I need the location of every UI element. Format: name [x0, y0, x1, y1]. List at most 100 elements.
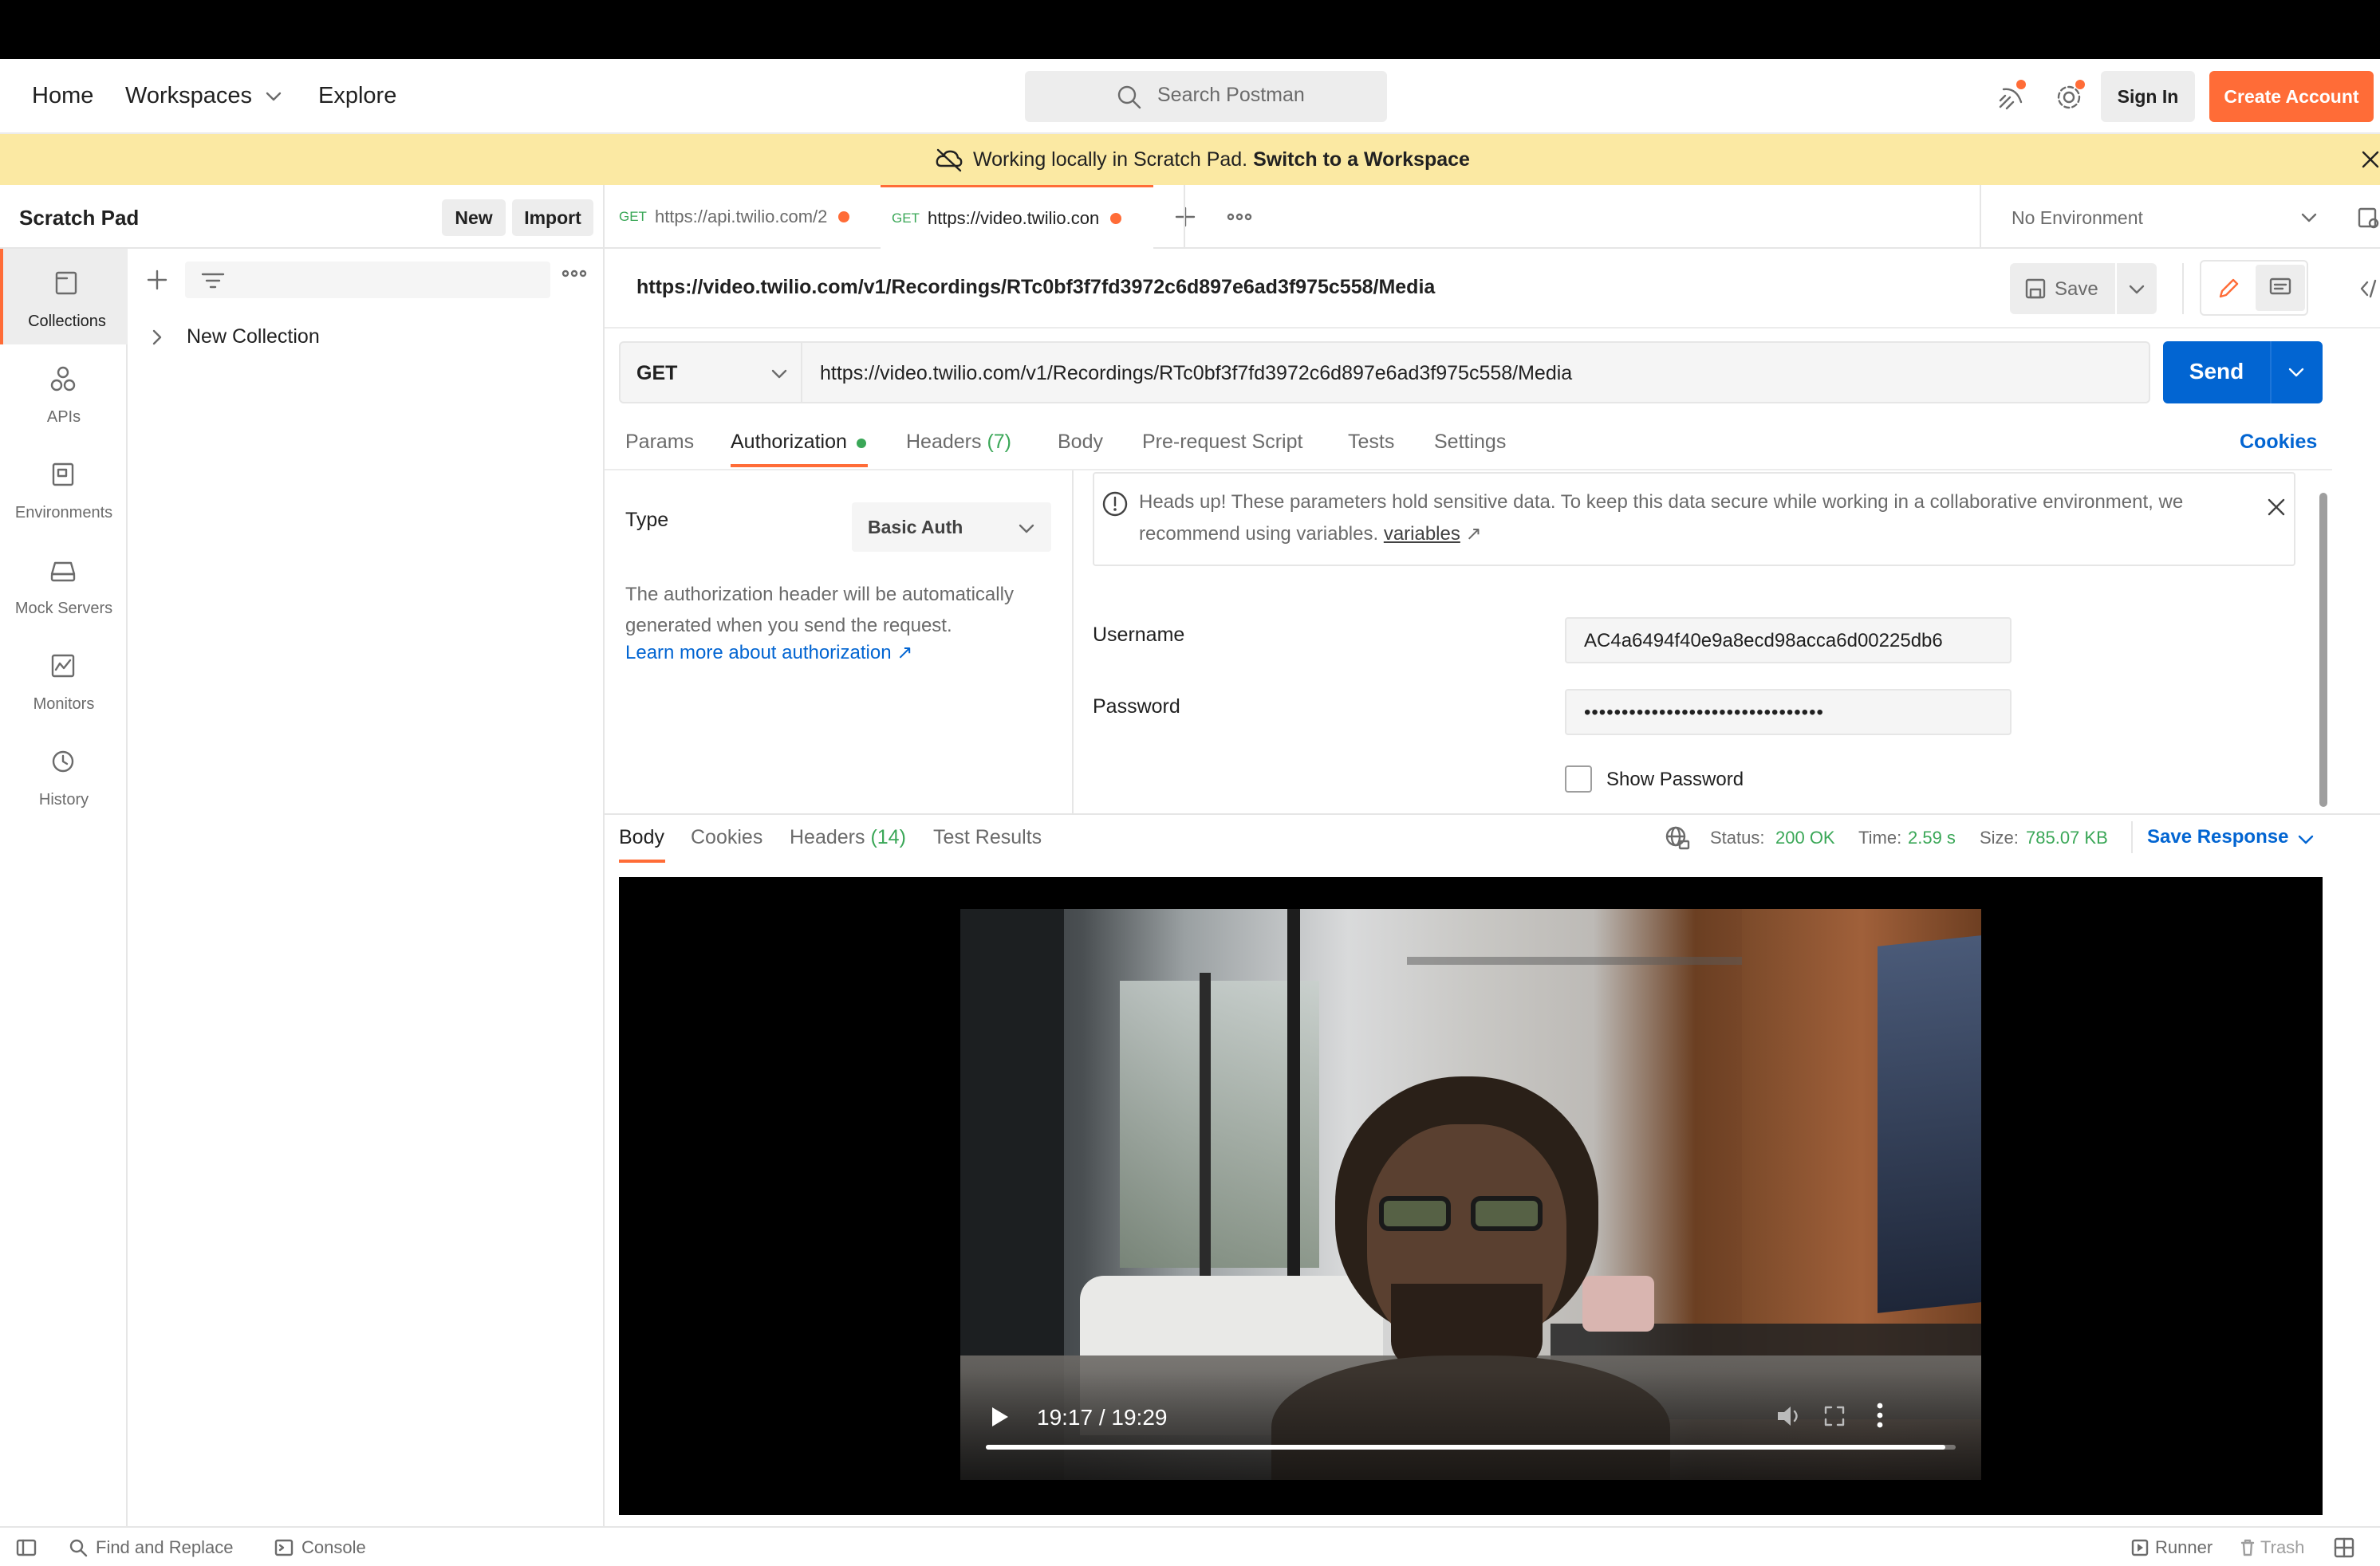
environment-chevron-icon[interactable] — [2300, 212, 2318, 223]
status-value[interactable]: 200 OK — [1775, 828, 1835, 848]
tab-authorization[interactable]: Authorization — [731, 431, 847, 454]
runner-button[interactable]: Runner — [2131, 1537, 2213, 1558]
tab-tests[interactable]: Tests — [1348, 431, 1394, 454]
nav-workspaces[interactable]: Workspaces — [125, 83, 252, 109]
method-select[interactable]: GET — [619, 341, 802, 403]
close-warning-icon[interactable] — [2267, 498, 2286, 517]
nav-home[interactable]: Home — [32, 83, 93, 109]
rail-mock-servers[interactable]: Mock Servers — [0, 536, 128, 632]
variables-link[interactable]: variables — [1384, 523, 1460, 545]
comments-button[interactable] — [2256, 265, 2305, 311]
video-progress-track[interactable] — [986, 1445, 1956, 1450]
play-icon[interactable] — [989, 1405, 1010, 1429]
save-options-button[interactable] — [2117, 263, 2157, 314]
rail-environments[interactable]: Environments — [0, 440, 128, 536]
response-active-underline — [619, 860, 665, 863]
chevron-down-icon[interactable] — [2297, 834, 2315, 845]
environment-select[interactable]: No Environment — [2012, 207, 2143, 229]
video-player[interactable]: 19:17 / 19:29 — [960, 909, 1981, 1480]
chevron-right-icon[interactable] — [152, 329, 163, 346]
auth-type-select[interactable]: Basic Auth — [852, 502, 1051, 552]
fullscreen-icon[interactable] — [1823, 1405, 1846, 1427]
response-tab-headers[interactable]: Headers (14) — [790, 826, 906, 849]
chevron-down-icon — [1018, 523, 1035, 534]
auth-type-panel: Type Basic Auth The authorization header… — [605, 470, 1074, 813]
request-title[interactable]: https://video.twilio.com/v1/Recordings/R… — [636, 276, 1435, 299]
nav-explore[interactable]: Explore — [318, 83, 396, 109]
environment-quicklook-icon[interactable] — [2356, 206, 2380, 230]
network-globe-icon[interactable] — [1664, 824, 1691, 852]
sidebar-header: Scratch Pad New Import — [0, 185, 605, 249]
tab-options-icon[interactable] — [1227, 213, 1252, 221]
console-button[interactable]: Console — [274, 1537, 366, 1558]
time-label: Time: — [1858, 828, 1902, 848]
settings-gear-icon[interactable] — [2055, 80, 2085, 112]
new-button[interactable]: New — [442, 199, 506, 236]
tab-headers[interactable]: Headers (7) — [906, 431, 1011, 454]
cookies-link[interactable]: Cookies — [2240, 431, 2317, 454]
layout-toggle-icon[interactable] — [2334, 1537, 2354, 1558]
video-more-icon[interactable] — [1876, 1402, 1884, 1429]
request-tab-1[interactable]: GET https://api.twilio.com/2 — [619, 185, 881, 249]
search-icon — [1116, 84, 1143, 111]
filter-input[interactable] — [185, 262, 550, 298]
sync-status-icon[interactable] — [1997, 80, 2026, 112]
tab-body[interactable]: Body — [1058, 431, 1103, 454]
response-tab-body[interactable]: Body — [619, 826, 664, 849]
monitors-icon — [49, 652, 77, 679]
tab-settings[interactable]: Settings — [1434, 431, 1506, 454]
request-tab-2-active[interactable]: GET https://video.twilio.con — [881, 185, 1153, 249]
volume-icon[interactable] — [1775, 1403, 1804, 1429]
close-banner-icon[interactable] — [2361, 150, 2380, 169]
collection-item[interactable]: New Collection — [128, 314, 603, 359]
send-button[interactable]: Send — [2163, 341, 2323, 403]
tab-params[interactable]: Params — [625, 431, 694, 454]
history-icon — [49, 748, 77, 775]
password-field[interactable]: •••••••••••••••••••••••••••••••• — [1565, 689, 2012, 735]
send-options-icon[interactable] — [2287, 367, 2305, 378]
size-label: Size: — [1980, 828, 2019, 848]
rail-apis[interactable]: APIs — [0, 344, 128, 440]
auth-indicator-dot — [857, 439, 866, 448]
response-tab-cookies[interactable]: Cookies — [691, 826, 762, 849]
request-title-row: https://video.twilio.com/v1/Recordings/R… — [605, 249, 2380, 329]
sign-in-button[interactable]: Sign In — [2101, 71, 2195, 122]
chevron-down-icon — [2128, 284, 2146, 295]
trash-button[interactable]: Trash — [2240, 1537, 2304, 1558]
chevron-down-icon[interactable] — [265, 91, 282, 102]
time-value[interactable]: 2.59 s — [1908, 828, 1956, 848]
code-snippet-icon[interactable] — [2359, 277, 2380, 300]
switch-workspace-link[interactable]: Switch to a Workspace — [1253, 148, 1470, 171]
add-collection-icon[interactable] — [147, 270, 167, 290]
more-options-icon[interactable] — [562, 270, 587, 277]
url-input[interactable]: https://video.twilio.com/v1/Recordings/R… — [802, 341, 2150, 403]
edit-mode-button[interactable] — [2205, 265, 2254, 311]
rail-history[interactable]: History — [0, 727, 128, 823]
toggle-sidebar-icon[interactable] — [16, 1539, 37, 1556]
rail-collections[interactable]: Collections — [0, 249, 128, 344]
status-label: Status: — [1710, 828, 1765, 848]
learn-more-link[interactable]: Learn more about authorization ↗ — [625, 641, 912, 664]
create-account-button[interactable]: Create Account — [2209, 71, 2374, 122]
response-tab-test-results[interactable]: Test Results — [933, 826, 1042, 849]
find-replace-button[interactable]: Find and Replace — [69, 1537, 233, 1558]
save-response-button[interactable]: Save Response — [2147, 826, 2288, 848]
new-tab-icon[interactable] — [1174, 206, 1196, 228]
save-icon — [2024, 277, 2047, 300]
username-label: Username — [1093, 624, 1185, 646]
video-progress-fill — [986, 1445, 1945, 1450]
import-button[interactable]: Import — [512, 199, 593, 236]
collections-icon — [53, 270, 80, 297]
search-input[interactable]: Search Postman — [1025, 71, 1387, 122]
search-placeholder: Search Postman — [1157, 84, 1305, 106]
save-button[interactable]: Save — [2010, 263, 2115, 314]
tab-pre-request-script[interactable]: Pre-request Script — [1142, 431, 1302, 454]
size-value[interactable]: 785.07 KB — [2026, 828, 2108, 848]
username-field[interactable]: AC4a6494f40e9a8ecd98acca6d00225db6 — [1565, 617, 2012, 663]
info-icon — [1101, 490, 1129, 518]
collections-panel: New Collection — [128, 249, 605, 1526]
rail-monitors[interactable]: Monitors — [0, 632, 128, 727]
show-password-checkbox[interactable] — [1565, 765, 1592, 793]
type-label: Type — [625, 509, 669, 531]
auth-scrollbar[interactable] — [2319, 493, 2327, 807]
